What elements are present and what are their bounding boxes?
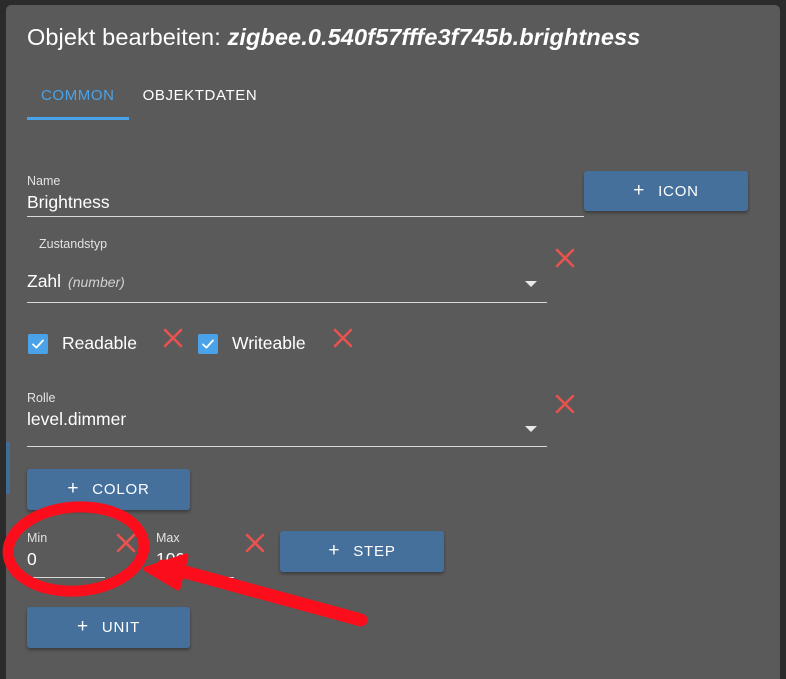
scrollbar-thumb[interactable] [6, 442, 10, 494]
screenshot-root: Objekt bearbeiten: zigbee.0.540f57fffe3f… [0, 0, 786, 679]
tab-objektdaten[interactable]: OBJEKTDATEN [129, 87, 272, 120]
object-id: zigbee.0.540f57fffe3f745b.brightness [227, 24, 641, 50]
add-color-button[interactable]: + COLOR [27, 469, 190, 510]
role-group: Rolle level.dimmer [27, 390, 126, 432]
delete-writeable-icon[interactable] [332, 327, 354, 349]
tab-objektdaten-label: OBJEKTDATEN [142, 87, 258, 104]
delete-state-type-icon[interactable] [554, 247, 576, 269]
page-title-prefix: Objekt bearbeiten: [27, 24, 221, 50]
state-type-value-wrap[interactable]: Zahl (number) [27, 268, 125, 295]
state-type-group: Zustandstyp [39, 236, 107, 252]
delete-readable-icon[interactable] [162, 327, 184, 349]
state-type-label: Zustandstyp [39, 237, 108, 251]
max-field-label: Max [156, 531, 180, 545]
readable-label: Readable [62, 333, 137, 353]
add-color-button-label: COLOR [92, 481, 150, 498]
readable-checkbox-row[interactable]: Readable [28, 333, 137, 354]
add-icon-button[interactable]: + ICON [584, 171, 748, 211]
delete-role-icon[interactable] [554, 393, 576, 415]
min-field-label: Min [27, 531, 48, 545]
state-type-value: Zahl (number) [27, 268, 125, 295]
state-type-value-hint: (number) [68, 274, 125, 290]
delete-max-icon[interactable] [244, 532, 266, 554]
plus-icon: + [633, 179, 646, 201]
add-unit-button-label: UNIT [101, 619, 141, 636]
tab-common[interactable]: COMMON [27, 87, 129, 120]
writeable-checkbox[interactable] [198, 333, 218, 354]
max-field-group: Max 100 [156, 530, 185, 572]
tab-bar: COMMON OBJEKTDATEN [27, 87, 271, 120]
chevron-down-icon-role[interactable] [525, 426, 537, 432]
add-unit-button[interactable]: + UNIT [27, 607, 190, 648]
add-icon-button-label: ICON [658, 182, 699, 200]
min-field-underline [27, 577, 105, 578]
delete-min-icon[interactable] [115, 532, 137, 554]
role-label: Rolle [27, 391, 56, 405]
writeable-label: Writeable [232, 333, 306, 353]
name-field-underline [27, 216, 584, 217]
role-value[interactable]: level.dimmer [27, 406, 126, 432]
state-type-value-text: Zahl [27, 271, 62, 291]
edit-object-dialog: Objekt bearbeiten: zigbee.0.540f57fffe3f… [6, 5, 780, 679]
page-title: Objekt bearbeiten: zigbee.0.540f57fffe3f… [27, 24, 640, 51]
max-field-underline [156, 577, 234, 578]
readable-checkbox[interactable] [28, 333, 48, 354]
plus-icon: + [76, 616, 89, 637]
name-field-label: Name [27, 174, 61, 188]
min-field-group: Min 0 [27, 530, 47, 572]
plus-icon: + [67, 478, 80, 499]
max-field-value[interactable]: 100 [156, 546, 185, 572]
tab-common-label: COMMON [41, 87, 115, 104]
add-step-button-label: STEP [353, 543, 396, 560]
name-field-value[interactable]: Brightness [27, 189, 110, 215]
name-field-group: Name Brightness [27, 173, 110, 215]
writeable-checkbox-row[interactable]: Writeable [198, 333, 306, 354]
role-underline [27, 446, 547, 447]
min-field-value[interactable]: 0 [27, 546, 47, 572]
add-step-button[interactable]: + STEP [280, 531, 444, 572]
plus-icon: + [328, 540, 341, 561]
state-type-underline [27, 302, 547, 303]
chevron-down-icon-state-type[interactable] [525, 281, 537, 287]
